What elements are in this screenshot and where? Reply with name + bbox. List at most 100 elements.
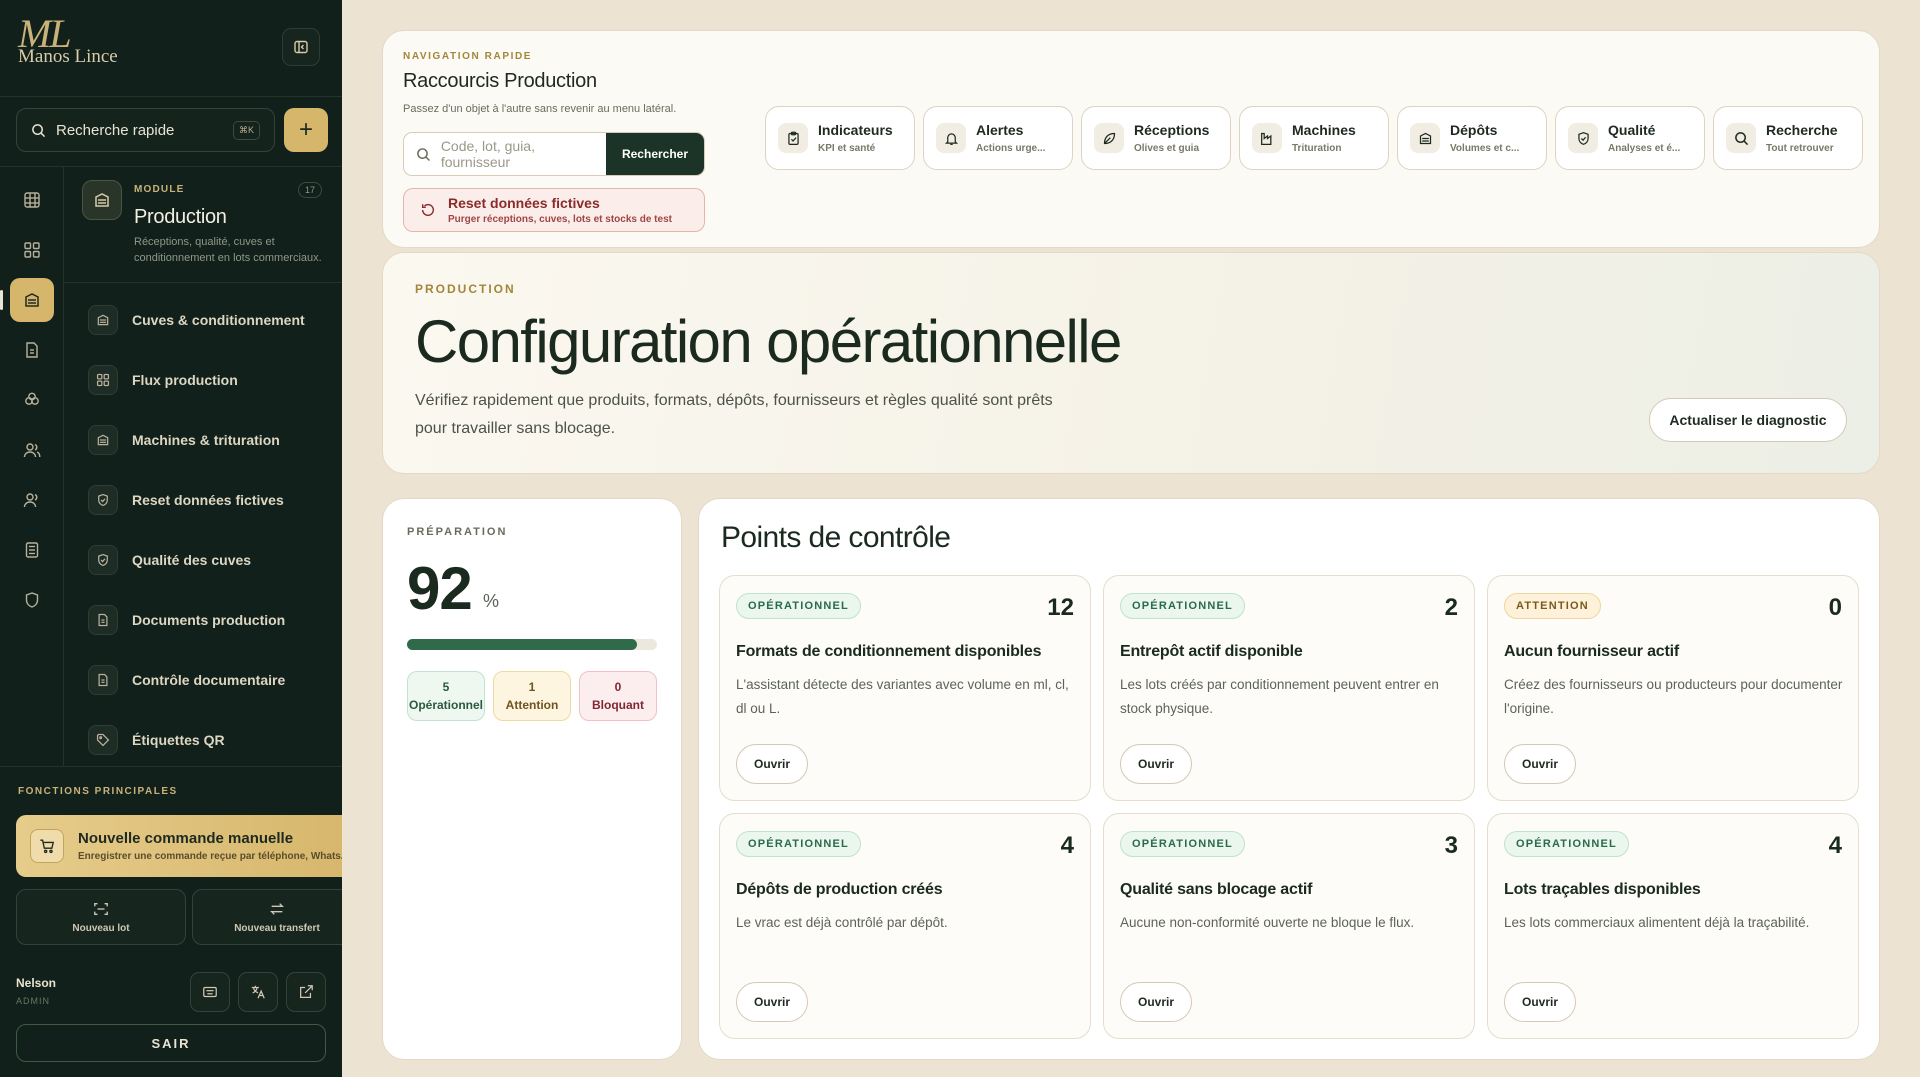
quick-search-input[interactable]: Recherche rapide ⌘K	[16, 108, 275, 152]
rail-table-icon[interactable]	[10, 178, 54, 222]
rail-team-icon[interactable]	[10, 478, 54, 522]
operational-count-chip: 5 Opérationnel	[407, 671, 485, 721]
logout-button[interactable]: SAIR	[16, 1024, 326, 1062]
shortcut-alertes[interactable]: Alertes Actions urge...	[923, 106, 1073, 170]
nav-item-documents[interactable]: Documents production	[88, 596, 342, 644]
shield-icon	[88, 485, 118, 515]
open-button[interactable]: Ouvrir	[736, 744, 808, 784]
rail-grid-icon[interactable]	[10, 228, 54, 272]
checkpoint-description: Les lots commerciaux alimentent déjà la …	[1504, 915, 1810, 930]
shortcut-recherche[interactable]: Recherche Tout retrouver	[1713, 106, 1863, 170]
shortcut-qualite[interactable]: Qualité Analyses et é...	[1555, 106, 1705, 170]
shortcut-subtitle: Volumes et c...	[1450, 143, 1520, 154]
nav-item-reset[interactable]: Reset données fictives	[88, 476, 342, 524]
checkpoint-description: Aucune non-conformité ouverte ne bloque …	[1120, 915, 1415, 930]
status-badge: OPÉRATIONNEL	[736, 593, 861, 619]
checkpoint-count: 0	[1828, 594, 1842, 621]
module-description: Réceptions, qualité, cuves et conditionn…	[134, 236, 322, 264]
keyboard-icon	[203, 986, 217, 998]
open-button[interactable]: Ouvrir	[1504, 744, 1576, 784]
shortcut-title: Qualité	[1608, 122, 1656, 138]
chip-count: 1	[528, 680, 536, 694]
nav-item-machines[interactable]: Machines & trituration	[88, 416, 342, 464]
checkpoints-card: Points de contrôle OPÉRATIONNEL 12 Formats…	[698, 498, 1880, 1060]
shortcut-title: Réceptions	[1134, 122, 1210, 138]
hero-description: Vérifiez rapidement que produits, format…	[415, 392, 1053, 437]
nav-item-flux[interactable]: Flux production	[88, 356, 342, 404]
collapse-sidebar-button[interactable]	[282, 28, 320, 66]
shortcut-subtitle: Olives et guia	[1134, 143, 1200, 154]
rail-production-icon[interactable]	[10, 278, 54, 322]
chip-count: 5	[442, 680, 450, 694]
quick-search-label: Recherche rapide	[56, 121, 175, 139]
add-button[interactable]: +	[284, 108, 328, 152]
shortcut-receptions[interactable]: Réceptions Olives et guia	[1081, 106, 1231, 170]
nav-item-qualite[interactable]: Qualité des cuves	[88, 536, 342, 584]
language-button[interactable]	[238, 972, 278, 1012]
reset-subtitle: Purger réceptions, cuves, lots et stocks…	[448, 214, 672, 225]
shortcut-title: Machines	[1292, 122, 1356, 138]
plus-icon: +	[298, 116, 313, 143]
keyboard-button[interactable]	[190, 972, 230, 1012]
checkpoint-card: OPÉRATIONNEL 2 Entrepôt actif disponible Le…	[1103, 575, 1475, 801]
search-button[interactable]: Rechercher	[606, 133, 704, 175]
checkpoint-card: ATTENTION 0 Aucun fournisseur actif Créez d…	[1487, 575, 1859, 801]
checkpoints-title: Points de contrôle	[721, 521, 951, 554]
reset-fake-data-button[interactable]: Reset données fictives Purger réceptions,…	[403, 188, 705, 232]
grid-icon	[88, 365, 118, 395]
status-badge: OPÉRATIONNEL	[1120, 831, 1245, 857]
rail-shield-icon[interactable]	[10, 578, 54, 622]
transfer-icon	[270, 902, 284, 915]
open-button[interactable]: Ouvrir	[736, 982, 808, 1022]
divider	[64, 282, 342, 283]
user-role: ADMIN	[16, 996, 50, 1006]
module-title: Production	[134, 206, 227, 228]
rail-users-icon[interactable]	[10, 428, 54, 472]
sidebar-toggle-icon	[294, 40, 308, 54]
quicknav-search-input[interactable]: Code, lot, guia, fournisseur	[404, 138, 606, 170]
new-lot-button[interactable]: Nouveau lot	[16, 889, 186, 945]
shortcut-depots[interactable]: Dépôts Volumes et c...	[1397, 106, 1547, 170]
document-icon	[88, 665, 118, 695]
new-manual-order-button[interactable]: Nouvelle commande manuelle Enregistrer un…	[16, 815, 342, 877]
shortcut-subtitle: Tout retrouver	[1766, 143, 1834, 154]
open-button[interactable]: Ouvrir	[1120, 744, 1192, 784]
status-badge: ATTENTION	[1504, 593, 1601, 619]
shortcut-title: Recherche	[1766, 122, 1838, 138]
new-transfer-label: Nouveau transfert	[234, 922, 320, 934]
shortcut-title: Dépôts	[1450, 122, 1498, 138]
nav-item-cuves[interactable]: Cuves & conditionnement	[88, 296, 342, 344]
rail-document-icon[interactable]	[10, 328, 54, 372]
shortcut-machines[interactable]: Machines Trituration	[1239, 106, 1389, 170]
shortcut-title: Indicateurs	[818, 122, 893, 138]
new-transfer-button[interactable]: Nouveau transfert	[192, 889, 342, 945]
rail-olive-icon[interactable]	[10, 378, 54, 422]
chip-label: Attention	[505, 698, 559, 712]
document-icon	[88, 605, 118, 635]
quicknav-title: Raccourcis Production	[403, 70, 597, 92]
rail-calculator-icon[interactable]	[10, 528, 54, 572]
preparation-progress-bar	[407, 639, 657, 650]
scan-icon	[94, 902, 108, 915]
brand-logo[interactable]: ML Manos Lince	[18, 14, 138, 82]
external-link-icon	[300, 985, 313, 998]
checkpoint-card: OPÉRATIONNEL 4 Dépôts de production créés L…	[719, 813, 1091, 1039]
divider	[0, 96, 342, 97]
nav-item-etiquettes[interactable]: Étiquettes QR	[88, 716, 342, 764]
refresh-diagnostic-button[interactable]: Actualiser le diagnostic	[1649, 398, 1847, 442]
shortcut-indicateurs[interactable]: Indicateurs KPI et santé	[765, 106, 915, 170]
open-button[interactable]: Ouvrir	[1120, 982, 1192, 1022]
functions-label: FONCTIONS PRINCIPALES	[18, 786, 178, 797]
new-lot-label: Nouveau lot	[72, 922, 130, 934]
nav-item-label: Cuves & conditionnement	[132, 312, 305, 328]
clipboard-icon	[778, 123, 808, 153]
tag-icon	[88, 725, 118, 755]
factory-icon	[1252, 123, 1282, 153]
user-info: Nelson ADMIN	[16, 976, 56, 1006]
open-button[interactable]: Ouvrir	[1504, 982, 1576, 1022]
search-icon	[417, 147, 430, 161]
nav-item-controle[interactable]: Contrôle documentaire	[88, 656, 342, 704]
vat-icon	[88, 425, 118, 455]
external-link-button[interactable]	[286, 972, 326, 1012]
checkpoint-description: Les lots créés par conditionnement peuve…	[1120, 677, 1439, 716]
